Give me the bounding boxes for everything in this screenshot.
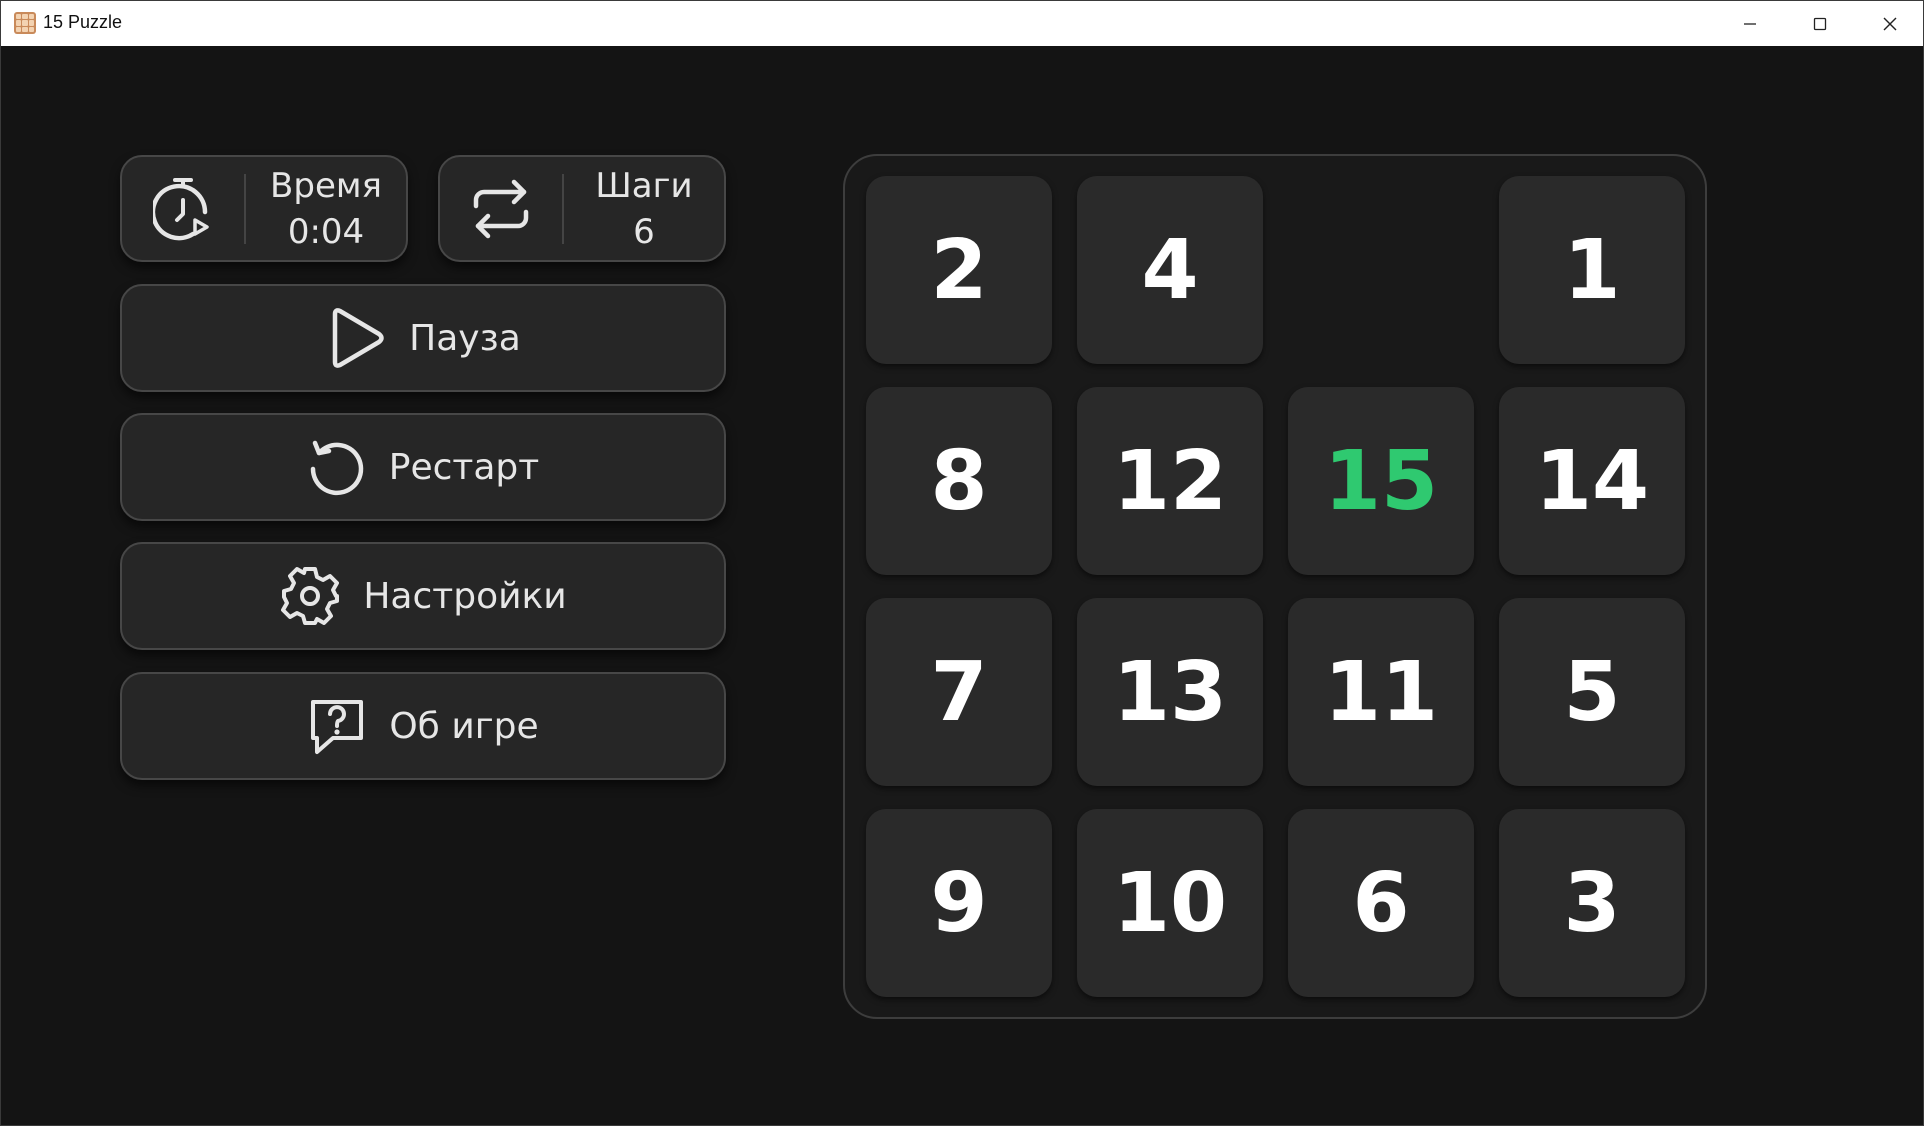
steps-counter: Шаги 6 xyxy=(438,155,726,262)
puzzle-app-icon xyxy=(14,12,36,34)
about-button[interactable]: Об игре xyxy=(120,672,726,780)
tile-3[interactable]: 3 xyxy=(1499,809,1685,997)
window-title: 15 Puzzle xyxy=(43,12,123,32)
time-counter: Время 0:04 xyxy=(120,155,408,262)
pause-label: Пауза xyxy=(409,317,521,359)
settings-button[interactable]: Настройки xyxy=(120,542,726,650)
settings-label: Настройки xyxy=(363,575,567,617)
time-label: Время xyxy=(270,165,382,206)
gear-icon xyxy=(279,565,341,627)
minimize-icon xyxy=(1744,22,1756,25)
restart-label: Рестарт xyxy=(388,446,540,488)
tile-2[interactable]: 2 xyxy=(866,176,1052,364)
tile-5[interactable]: 5 xyxy=(1499,598,1685,786)
about-label: Об игре xyxy=(389,705,539,747)
tile-13[interactable]: 13 xyxy=(1077,598,1263,786)
tile-4[interactable]: 4 xyxy=(1077,176,1263,364)
tile-7[interactable]: 7 xyxy=(866,598,1052,786)
tile-10[interactable]: 10 xyxy=(1077,809,1263,997)
tile-11[interactable]: 11 xyxy=(1288,598,1474,786)
empty-slot xyxy=(1288,176,1474,364)
stopwatch-icon xyxy=(122,157,244,260)
steps-label: Шаги xyxy=(595,165,693,206)
play-icon xyxy=(325,306,387,370)
tile-14[interactable]: 14 xyxy=(1499,387,1685,575)
repeat-icon xyxy=(440,157,562,260)
minimize-button[interactable] xyxy=(1715,1,1785,46)
tile-12[interactable]: 12 xyxy=(1077,387,1263,575)
tile-6[interactable]: 6 xyxy=(1288,809,1474,997)
title-bar: 15 Puzzle xyxy=(1,1,1923,46)
tile-9[interactable]: 9 xyxy=(866,809,1052,997)
tile-15[interactable]: 15 xyxy=(1288,387,1474,575)
tile-1[interactable]: 1 xyxy=(1499,176,1685,364)
close-icon xyxy=(1883,17,1897,30)
pause-button[interactable]: Пауза xyxy=(120,284,726,392)
tile-8[interactable]: 8 xyxy=(866,387,1052,575)
time-value: 0:04 xyxy=(287,211,365,252)
app-window: 15 Puzzle Время 0:04 Шаги 6 Пауза Рестар… xyxy=(0,0,1924,1126)
maximize-button[interactable] xyxy=(1785,1,1855,46)
maximize-icon xyxy=(1813,17,1827,30)
restart-button[interactable]: Рестарт xyxy=(120,413,726,521)
puzzle-board: 2 4 1 8 12 15 14 7 13 11 5 9 10 6 3 xyxy=(843,154,1707,1019)
close-button[interactable] xyxy=(1855,1,1924,46)
help-bubble-icon xyxy=(307,696,367,756)
restart-icon xyxy=(307,437,367,497)
steps-value: 6 xyxy=(633,211,655,252)
